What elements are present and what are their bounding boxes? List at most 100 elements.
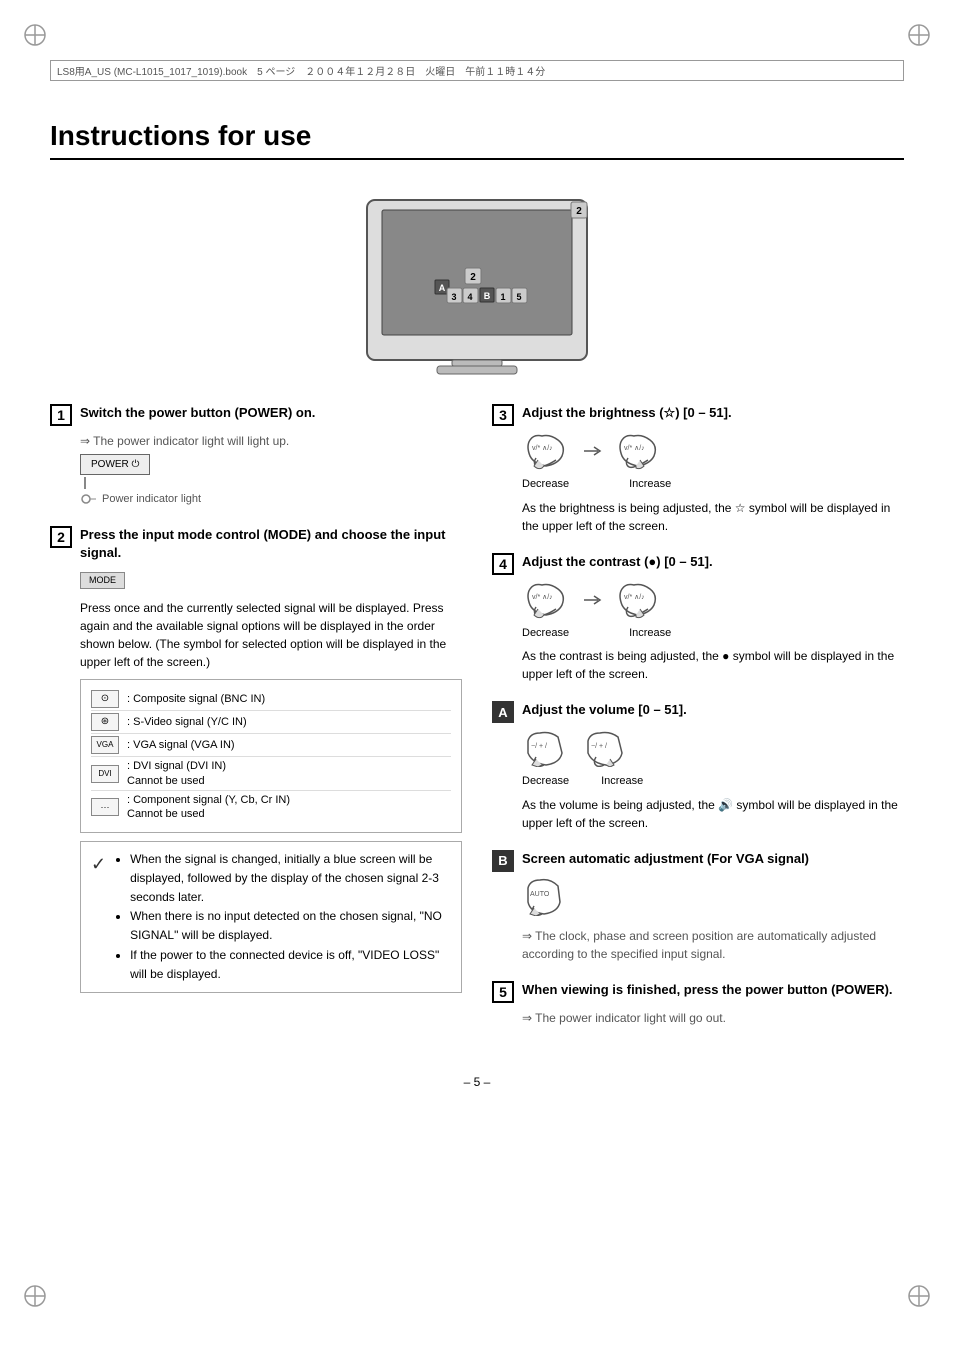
power-light-icon [80, 493, 98, 505]
decrease-label-A: Decrease [522, 773, 569, 790]
svg-text:−/ + /: −/ + / [531, 743, 547, 750]
signal-icon-component: ··· [91, 798, 119, 816]
step-4-block: 4 Adjust the contrast (●) [0 – 51]. v/* … [492, 553, 904, 684]
svg-text:5: 5 [516, 292, 521, 302]
decrease-label-3: Decrease [522, 476, 569, 493]
file-info-bar: LS8用A_US (MC-L1015_1017_1019).book 5 ページ… [50, 60, 904, 81]
arrow-right-2-icon [582, 592, 602, 608]
increase-label-3: Increase [629, 476, 671, 493]
svg-text:v/* ∧/♪: v/* ∧/♪ [532, 445, 553, 452]
page-title: Instructions for use [50, 120, 904, 160]
step-A-content: −/ + / −/ + / Decrease [522, 729, 904, 832]
step-A-controls: −/ + / −/ + / [522, 729, 904, 767]
step-3-controls: v/* ∧/♪ v/* ∧/♪ [522, 432, 904, 470]
auto-btn-area: AUTO [522, 878, 904, 921]
signal-row-composite: ⊙ : Composite signal (BNC IN) [91, 688, 451, 711]
step-1-title: Switch the power button (POWER) on. [80, 404, 315, 422]
svg-text:−/ + /: −/ + / [591, 743, 607, 750]
step-1-content: The power indicator light will light up.… [80, 432, 462, 508]
step-3-body: As the brightness is being adjusted, the… [522, 499, 904, 535]
step-3-num: 3 [492, 404, 514, 426]
file-info-text: LS8用A_US (MC-L1015_1017_1019).book 5 ページ… [57, 63, 545, 78]
power-light-label: Power indicator light [102, 491, 201, 508]
step-5-num: 5 [492, 981, 514, 1003]
signal-label-svideo: : S-Video signal (Y/C IN) [127, 715, 247, 729]
step-5-content: The power indicator light will go out. [522, 1009, 904, 1027]
signal-row-svideo: ⊛ : S-Video signal (Y/C IN) [91, 711, 451, 734]
page-number: – 5 – [50, 1075, 904, 1089]
svg-text:v/* ∧/♪: v/* ∧/♪ [624, 445, 645, 452]
step-2-header: 2 Press the input mode control (MODE) an… [50, 526, 462, 562]
step-B-title: Screen automatic adjustment (For VGA sig… [522, 850, 809, 868]
step-2-title: Press the input mode control (MODE) and … [80, 526, 462, 562]
step-1-header: 1 Switch the power button (POWER) on. [50, 404, 462, 426]
signal-list: ⊙ : Composite signal (BNC IN) ⊛ : S-Vide… [80, 679, 462, 832]
signal-row-dvi: DVI : DVI signal (DVI IN)Cannot be used [91, 757, 451, 791]
step-B-block: B Screen automatic adjustment (For VGA s… [492, 850, 904, 963]
signal-label-composite: : Composite signal (BNC IN) [127, 692, 265, 706]
step-A-block: A Adjust the volume [0 – 51]. −/ + / [492, 701, 904, 832]
note-item-2: When there is no input detected on the c… [130, 907, 451, 945]
step-A-num: A [492, 701, 514, 723]
step-1-num: 1 [50, 404, 72, 426]
step-1-block: 1 Switch the power button (POWER) on. Th… [50, 404, 462, 508]
step-A-title: Adjust the volume [0 – 51]. [522, 701, 687, 719]
svg-text:A: A [439, 283, 446, 293]
step-B-content: AUTO The clock, phase and screen positio… [522, 878, 904, 963]
svg-text:3: 3 [451, 292, 456, 302]
power-line [84, 477, 86, 489]
step-A-header: A Adjust the volume [0 – 51]. [492, 701, 904, 723]
step-3-block: 3 Adjust the brightness (☆) [0 – 51]. v/… [492, 404, 904, 535]
decrease-label-4: Decrease [522, 625, 569, 642]
step-2-num: 2 [50, 526, 72, 548]
signal-row-component: ··· : Component signal (Y, Cb, Cr IN)Can… [91, 791, 451, 824]
svg-text:v/* ∧/♪: v/* ∧/♪ [624, 594, 645, 601]
decrease-hand-icon: v/* ∧/♪ [522, 432, 570, 470]
step-4-title: Adjust the contrast (●) [0 – 51]. [522, 553, 713, 571]
step-2-block: 2 Press the input mode control (MODE) an… [50, 526, 462, 993]
mode-button-img: MODE [80, 572, 125, 590]
step-2-body: Press once and the currently selected si… [80, 599, 462, 671]
signal-icon-composite: ⊙ [91, 690, 119, 708]
step-1-indicator: The power indicator light will light up. [80, 432, 462, 450]
step-2-content: MODE Press once and the currently select… [80, 568, 462, 993]
vol-decrease-hand-icon: −/ + / [522, 729, 570, 767]
signal-icon-vga: VGA [91, 736, 119, 754]
note-item-1: When the signal is changed, initially a … [130, 850, 451, 908]
note-item-3: If the power to the connected device is … [130, 946, 451, 984]
svg-text:AUTO: AUTO [530, 891, 550, 898]
step-5-title: When viewing is finished, press the powe… [522, 981, 893, 999]
step-3-title: Adjust the brightness (☆) [0 – 51]. [522, 404, 732, 422]
svg-text:v/* ∧/♪: v/* ∧/♪ [532, 594, 553, 601]
content-columns: 1 Switch the power button (POWER) on. Th… [50, 404, 904, 1045]
signal-icon-dvi: DVI [91, 765, 119, 783]
svg-text:2: 2 [576, 206, 582, 217]
svg-text:2: 2 [470, 272, 476, 283]
step-3-header: 3 Adjust the brightness (☆) [0 – 51]. [492, 404, 904, 426]
signal-label-component: : Component signal (Y, Cb, Cr IN)Cannot … [127, 793, 290, 822]
monitor-svg: 2 A 2 3 4 B 1 5 [287, 180, 667, 380]
step-B-header: B Screen automatic adjustment (For VGA s… [492, 850, 904, 872]
left-column: 1 Switch the power button (POWER) on. Th… [50, 404, 462, 1045]
note-list: When the signal is changed, initially a … [114, 850, 451, 984]
contrast-increase-hand-icon: v/* ∧/♪ [614, 581, 662, 619]
step-4-controls: v/* ∧/♪ v/* ∧/♪ [522, 581, 904, 619]
right-column: 3 Adjust the brightness (☆) [0 – 51]. v/… [492, 404, 904, 1045]
increase-label-4: Increase [629, 625, 671, 642]
monitor-illustration: 2 A 2 3 4 B 1 5 [50, 180, 904, 380]
step-5-indicator: The power indicator light will go out. [522, 1009, 904, 1027]
step-4-content: v/* ∧/♪ v/* ∧/♪ [522, 581, 904, 684]
signal-row-vga: VGA : VGA signal (VGA IN) [91, 734, 451, 757]
vol-increase-hand-icon: −/ + / [582, 729, 630, 767]
power-button-img: POWER ⏻ [80, 454, 150, 475]
step-4-labels: Decrease Increase [522, 625, 904, 642]
step-A-body: As the volume is being adjusted, the 🔊 s… [522, 796, 904, 832]
step-4-num: 4 [492, 553, 514, 575]
power-light-row: Power indicator light [80, 491, 201, 508]
power-indicator-area: POWER ⏻ Power indicator light [80, 454, 462, 508]
signal-icon-svideo: ⊛ [91, 713, 119, 731]
note-icon: ✓ [91, 850, 106, 984]
note-box: ✓ When the signal is changed, initially … [80, 841, 462, 993]
svg-text:B: B [484, 291, 491, 301]
step-3-content: v/* ∧/♪ v/* ∧/♪ [522, 432, 904, 535]
